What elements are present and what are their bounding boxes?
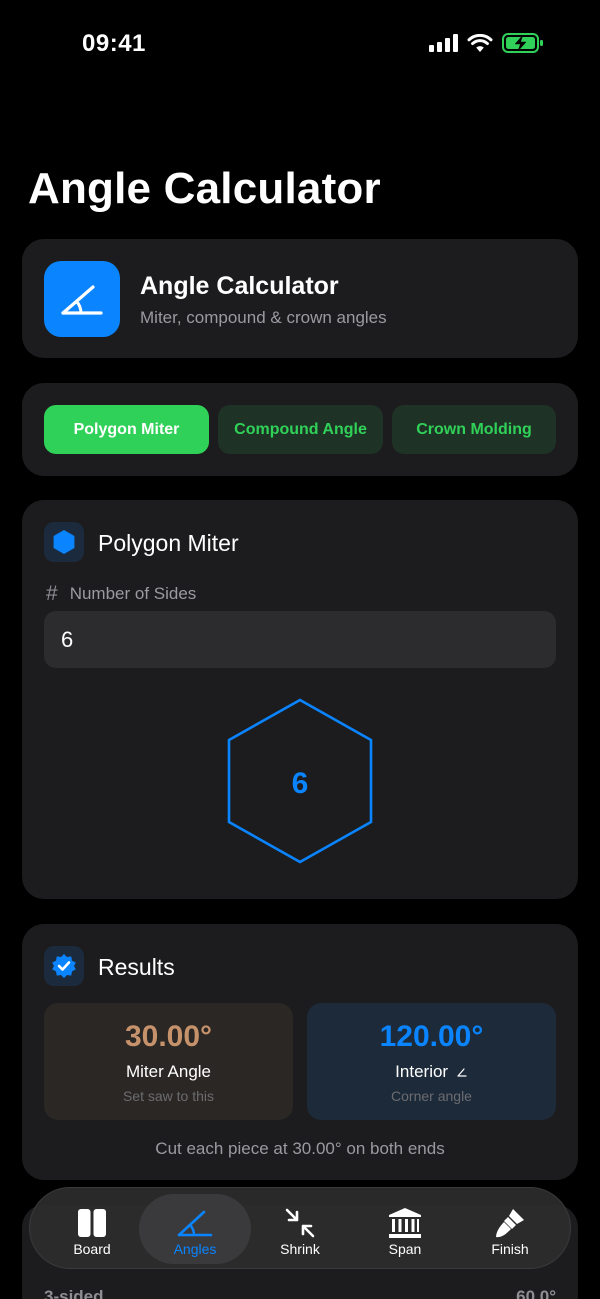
tab-board[interactable]: Board: [36, 1194, 148, 1264]
angle-icon: [176, 1206, 214, 1240]
shrink-icon: [284, 1206, 316, 1240]
interior-angle-value: 120.00°: [379, 1020, 484, 1053]
tab-span[interactable]: Span: [349, 1194, 461, 1264]
angle-icon: [44, 261, 120, 337]
mode-selector: Polygon Miter Compound Angle Crown Moldi…: [22, 383, 578, 476]
interior-angle-label: Interior: [395, 1062, 449, 1081]
interior-angle-hint: Corner angle: [391, 1088, 472, 1104]
header-subtitle: Miter, compound & crown angles: [140, 308, 387, 327]
miter-angle-value: 30.00°: [124, 1020, 213, 1053]
polygon-miter-card: Polygon Miter # Number of Sides 6: [22, 500, 578, 899]
number-of-sides-input[interactable]: [44, 611, 556, 668]
checkmark-seal-icon: [44, 946, 84, 986]
polygon-diagram: 6: [227, 698, 373, 864]
reference-row-value: 60.0°: [516, 1287, 556, 1299]
hash-icon: #: [46, 582, 58, 605]
results-section-title: Results: [98, 954, 175, 980]
tab-span-label: Span: [388, 1241, 422, 1257]
hexagon-icon: [44, 522, 84, 562]
tab-shrink-label: Shrink: [280, 1241, 320, 1257]
sides-field-label: # Number of Sides: [46, 582, 196, 606]
tab-bar: Board Angles Shrink Span Finish: [29, 1187, 571, 1269]
status-bar: 09:41: [0, 0, 600, 90]
app-header-card: Angle Calculator Miter, compound & crown…: [22, 239, 578, 358]
mode-polygon-miter-button[interactable]: Polygon Miter: [44, 405, 209, 454]
tab-finish[interactable]: Finish: [454, 1194, 566, 1264]
page-title: Angle Calculator: [28, 164, 381, 213]
mode-compound-angle-button[interactable]: Compound Angle: [218, 405, 383, 454]
interior-angle-label-row: Interior: [307, 1062, 556, 1082]
results-card: Results 30.00° Miter Angle Set saw to th…: [22, 924, 578, 1180]
header-title: Angle Calculator: [140, 272, 339, 300]
miter-angle-hint: Set saw to this: [122, 1088, 215, 1104]
cellular-signal-icon: [429, 34, 458, 52]
mode-crown-molding-button[interactable]: Crown Molding: [392, 405, 556, 454]
polygon-diagram-label: 6: [292, 767, 309, 800]
sides-label-text: Number of Sides: [69, 584, 197, 603]
battery-charging-icon: [502, 33, 543, 53]
tab-angles[interactable]: Angles: [139, 1194, 251, 1264]
tab-board-label: Board: [73, 1241, 111, 1257]
screen: 09:41 Angle Calculator Angle Calculator …: [0, 0, 600, 1299]
tab-shrink[interactable]: Shrink: [244, 1194, 356, 1264]
cut-instruction: Cut each piece at 30.00° on both ends: [155, 1139, 445, 1158]
tab-angles-label: Angles: [173, 1241, 217, 1257]
miter-angle-label: Miter Angle: [125, 1062, 212, 1081]
status-icons: [429, 33, 544, 53]
interior-angle-result: 120.00° Interior Corner angle: [307, 1003, 556, 1120]
tab-finish-label: Finish: [491, 1241, 529, 1257]
small-angle-icon: [457, 1068, 467, 1077]
miter-angle-result: 30.00° Miter Angle Set saw to this: [44, 1003, 293, 1120]
wifi-icon: [467, 33, 493, 52]
paintbrush-icon: [493, 1206, 527, 1240]
reference-row-label: 3-sided: [44, 1287, 104, 1299]
polygon-section-title: Polygon Miter: [98, 530, 239, 556]
board-icon: [77, 1206, 107, 1240]
status-time: 09:41: [82, 30, 146, 57]
bank-icon: [388, 1206, 422, 1240]
